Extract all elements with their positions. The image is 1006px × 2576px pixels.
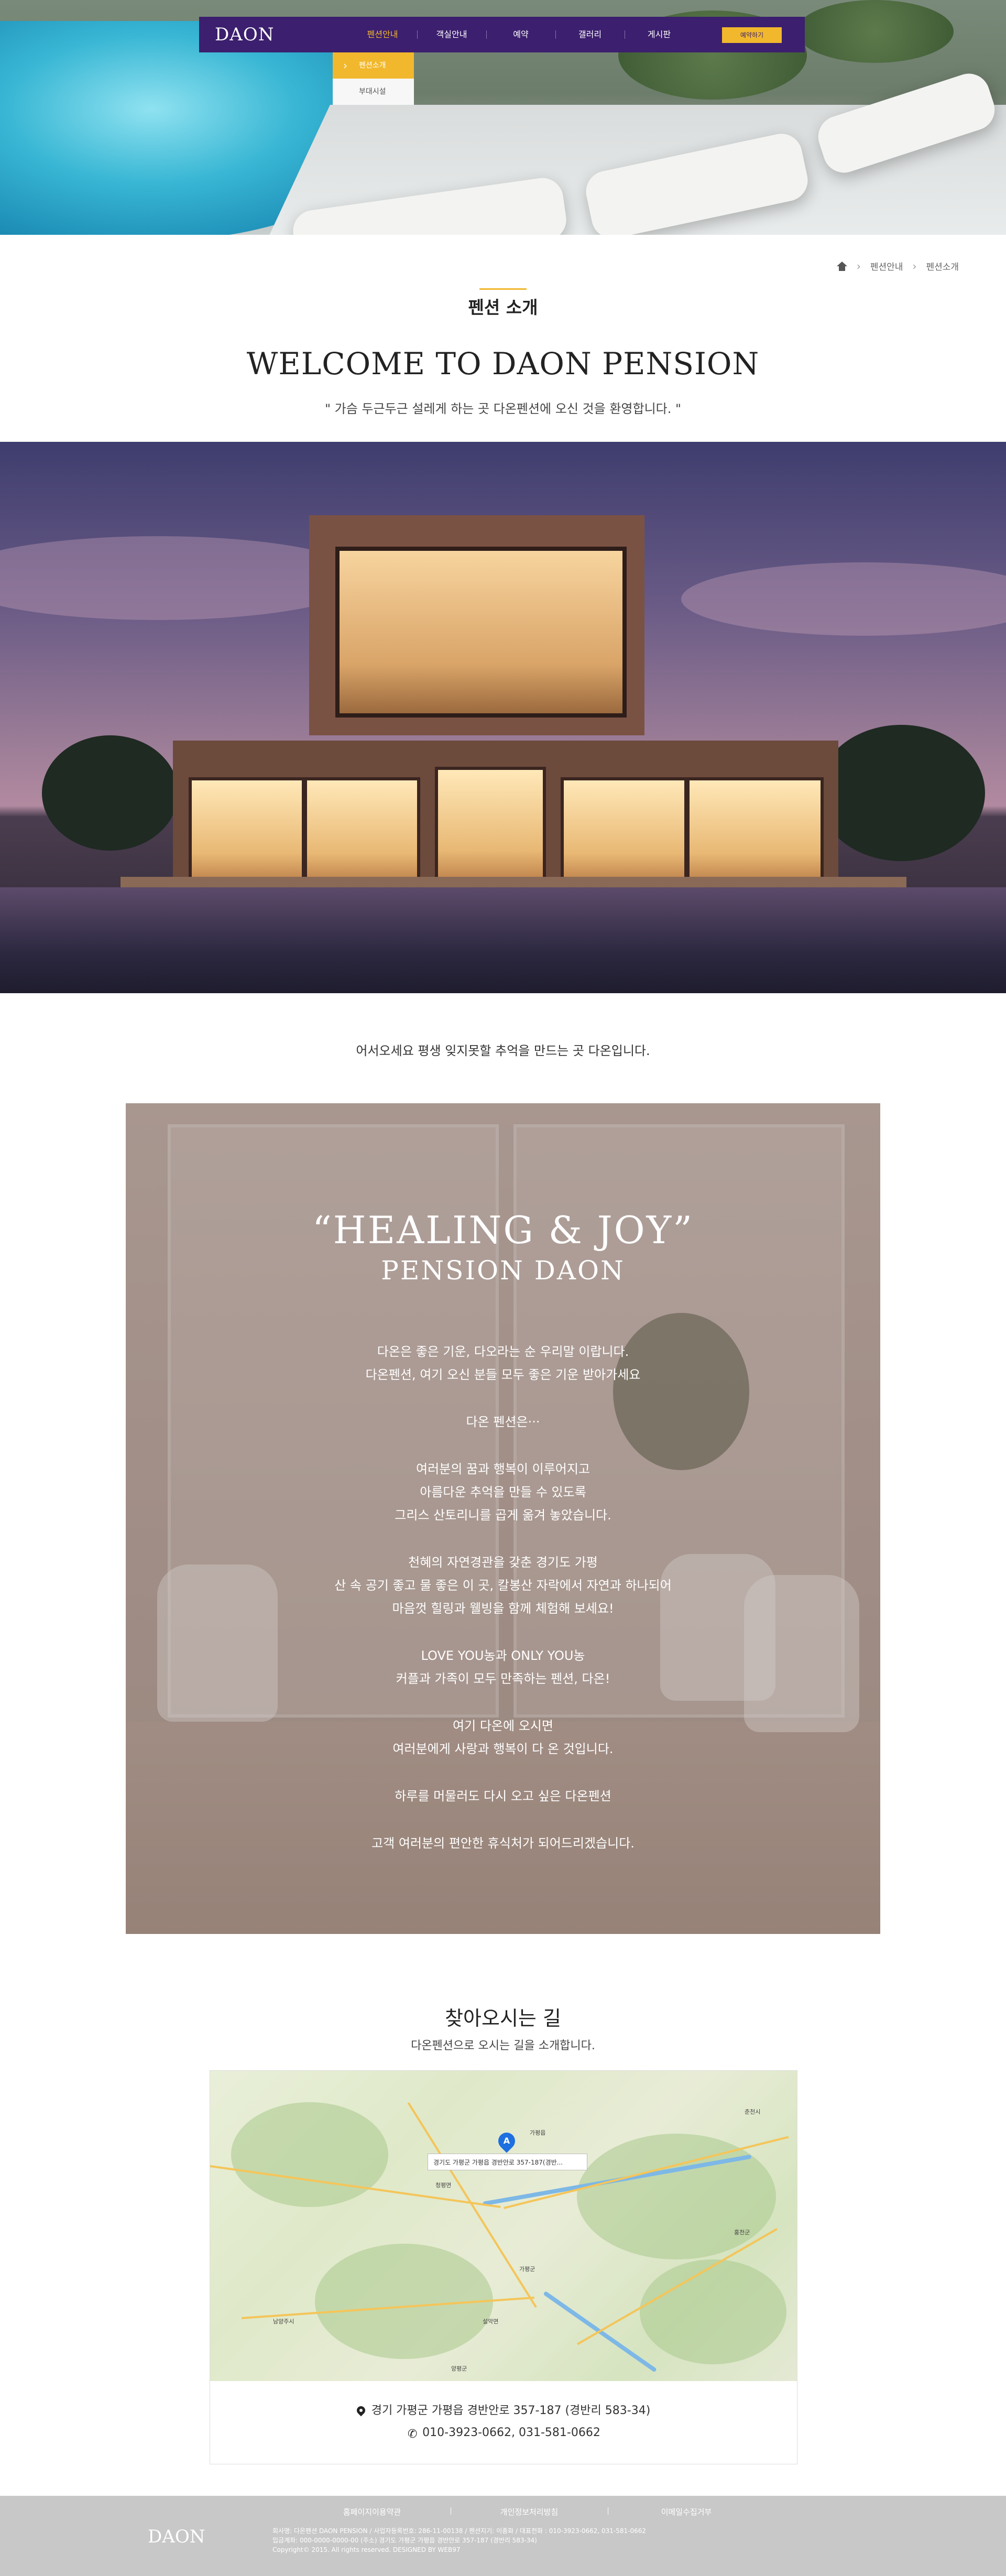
- map-label: 춘천시: [745, 2108, 761, 2115]
- healing-title: “HEALING & JOY”: [312, 1208, 694, 1252]
- phone: ✆ 010-3923-0662, 031-581-0662: [210, 2426, 797, 2440]
- pool-reflection: [0, 887, 1006, 993]
- tree-shape: [42, 735, 178, 851]
- chevron-right-icon: ›: [912, 259, 917, 273]
- map-label: 설악면: [483, 2318, 499, 2325]
- hero-banner: DAON 펜션안내 객실안내 예약 갤러리 게시판 예약하기 펜션소개 부대시설: [0, 0, 1006, 235]
- terrain-shape: [231, 2102, 388, 2207]
- map-label: 청평면: [435, 2182, 452, 2189]
- map-label: 홍천군: [734, 2229, 750, 2236]
- map-label: 가평읍: [530, 2129, 546, 2136]
- pension-exterior-image: [0, 442, 1006, 993]
- directions-title: 찾아오시는 길: [445, 2007, 561, 2030]
- map-label: 가평군: [519, 2266, 535, 2273]
- footer-logo: DAON: [148, 2526, 205, 2547]
- cloud-shape: [681, 562, 1006, 636]
- shrub-image: [796, 0, 954, 63]
- menu-item-gallery[interactable]: 갤러리: [555, 17, 625, 52]
- map-popup[interactable]: 경기도 가평군 가평읍 경반안로 357-187(경반...: [428, 2154, 587, 2170]
- paragraph: 다온은 좋은 기운, 다오라는 순 우리말 이랍니다. 다온펜션, 여기 오신 분…: [126, 1340, 880, 1386]
- submenu-item-facilities[interactable]: 부대시설: [333, 79, 414, 105]
- breadcrumb-item-current: 펜션소개: [926, 262, 959, 273]
- menu-item-board[interactable]: 게시판: [625, 17, 694, 52]
- text-line: 여기 다온에 오시면: [453, 1719, 553, 1733]
- window-shape: [189, 777, 305, 888]
- address-text: 경기 가평군 가평읍 경반안로 357-187 (경반리 583-34): [371, 2404, 651, 2417]
- tree-shape: [817, 725, 985, 861]
- logo[interactable]: DAON: [215, 24, 274, 45]
- menu-item-pension-info[interactable]: 펜션안내: [348, 17, 417, 52]
- main-menu: 펜션안내 객실안내 예약 갤러리 게시판: [348, 17, 694, 52]
- breadcrumb: › 펜션안내 › 펜션소개: [836, 259, 959, 273]
- healing-subtitle: PENSION DAON: [381, 1255, 625, 1286]
- menu-item-reservation[interactable]: 예약: [486, 17, 555, 52]
- window-shape: [335, 547, 627, 718]
- window-shape: [686, 777, 824, 888]
- submenu-item-introduction[interactable]: 펜션소개: [333, 52, 414, 79]
- footer-link-email-refusal[interactable]: 이메일수집거부: [608, 2506, 765, 2517]
- footer-info-line: Copyright© 2015. All rights reserved. DE…: [272, 2546, 461, 2553]
- window-shape: [435, 767, 546, 888]
- phone-icon: ✆: [407, 2428, 418, 2441]
- map-label: 양평군: [451, 2365, 467, 2372]
- text-line: 여러분에게 사랑과 행복이 다 온 것입니다.: [392, 1742, 614, 1756]
- address: 경기 가평군 가평읍 경반안로 357-187 (경반리 583-34): [210, 2401, 797, 2418]
- footer-link-terms[interactable]: 홈페이지이용약관: [293, 2506, 451, 2517]
- text-line: 여러분의 꿈과 행복이 이루어지고: [415, 1462, 590, 1476]
- submenu-dropdown: 펜션소개 부대시설: [333, 52, 414, 105]
- text-line: 고객 여러분의 편안한 휴식처가 되어드리겠습니다.: [371, 1836, 635, 1851]
- welcome-heading: WELCOME TO DAON PENSION: [246, 346, 760, 382]
- footer-links: 홈페이지이용약관 개인정보처리방침 이메일수집거부: [293, 2506, 870, 2517]
- chevron-right-icon: ›: [856, 259, 861, 273]
- terrain-shape: [640, 2259, 786, 2364]
- phone-text: 010-3923-0662, 031-581-0662: [422, 2426, 600, 2439]
- paragraph: 고객 여러분의 편안한 휴식처가 되어드리겠습니다.: [126, 1832, 880, 1855]
- paragraph: LOVE YOU농과 ONLY YOU농커플과 가족이 모두 만족하는 펜션, …: [126, 1644, 880, 1690]
- paragraph: 천혜의 자연경관을 갖춘 경기도 가평산 속 공기 좋고 물 좋은 이 곳, 칼…: [126, 1551, 880, 1620]
- title-accent-bar: [479, 288, 527, 290]
- window-shape: [304, 777, 420, 888]
- text-line: 다온은 좋은 기운, 다오라는 순 우리말 이랍니다.: [377, 1344, 629, 1359]
- paragraph: 하루를 머물러도 다시 오고 싶은 다온펜션: [126, 1785, 880, 1808]
- footer-info: 회사명: 다온펜션 DAON PENSION / 사업자등록번호: 286-11…: [272, 2526, 646, 2555]
- terrain-shape: [577, 2134, 776, 2259]
- healing-body: 다온은 좋은 기운, 다오라는 순 우리말 이랍니다. 다온펜션, 여기 오신 분…: [126, 1340, 880, 1879]
- text-line: 다온펜션, 여기 오신 분들 모두 좋은 기운 받아가세요: [365, 1367, 641, 1382]
- intro-text: 어서오세요 평생 잊지못할 추억을 만드는 곳 다온입니다.: [356, 1044, 650, 1058]
- map-marker-icon[interactable]: A: [495, 2129, 519, 2153]
- paragraph: 다온 펜션은···: [126, 1410, 880, 1433]
- paragraph: 여기 다온에 오시면여러분에게 사랑과 행복이 다 온 것입니다.: [126, 1714, 880, 1760]
- footer-info-line: 입금계좌: 000-0000-0000-00 (주소) 경기도 가평군 가평읍 …: [272, 2537, 537, 2544]
- map-container: 춘천시 가평군 남양주시 양평군 홍천군 청평면 설악면 가평읍 A 경기도 가…: [210, 2070, 797, 2464]
- text-line: 산 속 공기 좋고 물 좋은 이 곳, 칼봉산 자락에서 자연과 하나되어: [334, 1578, 672, 1593]
- location-pin-icon: [355, 2404, 367, 2417]
- window-shape: [561, 777, 687, 888]
- text-line: 그리스 산토리니를 곱게 옮겨 놓았습니다.: [395, 1508, 611, 1523]
- footer: 홈페이지이용약관 개인정보처리방침 이메일수집거부 DAON 회사명: 다온펜션…: [0, 2496, 1006, 2576]
- map[interactable]: 춘천시 가평군 남양주시 양평군 홍천군 청평면 설악면 가평읍 A 경기도 가…: [210, 2071, 797, 2381]
- text-line: 천혜의 자연경관을 갖춘 경기도 가평: [408, 1555, 598, 1570]
- home-icon[interactable]: [836, 261, 847, 271]
- reserve-button[interactable]: 예약하기: [722, 27, 782, 43]
- footer-link-privacy[interactable]: 개인정보처리방침: [451, 2506, 608, 2517]
- directions-subtitle: 다온펜션으로 오시는 길을 소개합니다.: [411, 2039, 595, 2052]
- text-line: 아름다운 추억을 만들 수 있도록: [420, 1485, 586, 1499]
- text-line: 커플과 가족이 모두 만족하는 펜션, 다온!: [396, 1671, 610, 1686]
- menu-item-rooms[interactable]: 객실안내: [417, 17, 486, 52]
- map-label: 남양주시: [273, 2318, 294, 2325]
- breadcrumb-item[interactable]: 펜션안내: [870, 259, 903, 273]
- text-line: 다온 펜션은···: [466, 1415, 540, 1429]
- footer-info-line: 회사명: 다온펜션 DAON PENSION / 사업자등록번호: 286-11…: [272, 2527, 647, 2535]
- main-navigation: DAON 펜션안내 객실안내 예약 갤러리 게시판 예약하기: [199, 17, 805, 52]
- page-title: 펜션 소개: [468, 297, 538, 318]
- text-line: 마음껏 힐링과 웰빙을 함께 체험해 보세요!: [392, 1601, 614, 1616]
- paragraph: 여러분의 꿈과 행복이 이루어지고아름다운 추억을 만들 수 있도록그리스 산토…: [126, 1458, 880, 1527]
- healing-section: “HEALING & JOY” PENSION DAON 다온은 좋은 기운, …: [126, 1103, 880, 1934]
- text-line: 하루를 머물러도 다시 오고 싶은 다온펜션: [395, 1789, 611, 1803]
- text-line: LOVE YOU농과 ONLY YOU농: [421, 1648, 585, 1663]
- welcome-subheading: " 가슴 두근두근 설레게 하는 곳 다온펜션에 오신 것을 환영합니다. ": [324, 401, 682, 416]
